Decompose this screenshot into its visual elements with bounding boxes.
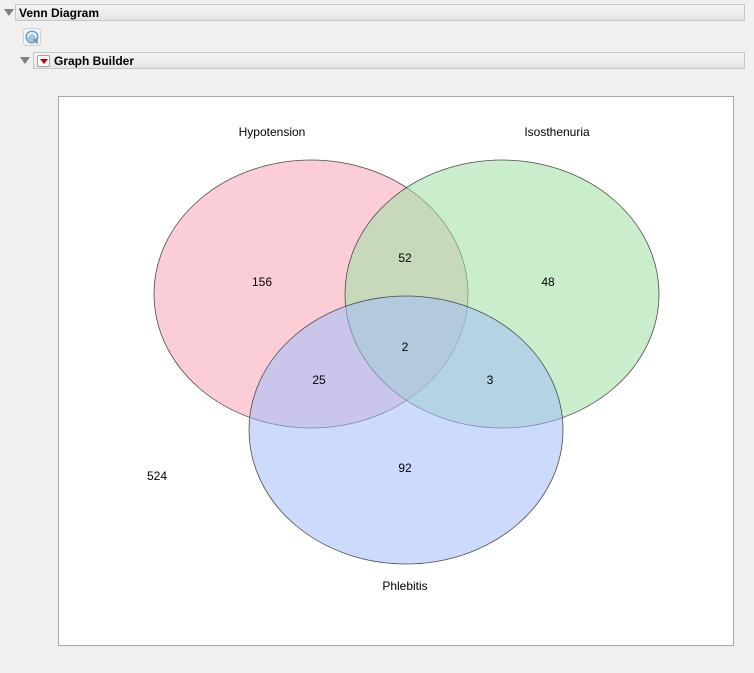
region-hypotension-only: 156 (252, 275, 272, 289)
region-hypotension-isosthenuria: 52 (398, 251, 412, 265)
venn-diagram-title: Venn Diagram (19, 6, 100, 20)
graph-builder-title: Graph Builder (54, 54, 135, 68)
graph-builder-disclosure-icon[interactable] (20, 57, 30, 64)
region-all-three: 2 (402, 340, 409, 354)
phlebitis-set (248, 295, 564, 565)
region-phlebitis-only: 92 (398, 461, 412, 475)
venn-diagram: Hypotension Isosthenuria Phlebitis 156 48 92 5… (147, 125, 660, 593)
set-label-isosthenuria: Isosthenuria (524, 125, 590, 139)
region-isosthenuria-phlebitis: 3 (487, 373, 494, 387)
region-hypotension-phlebitis: 25 (312, 373, 326, 387)
red-triangle-menu-icon[interactable] (37, 55, 50, 67)
region-isosthenuria-only: 48 (541, 275, 555, 289)
graph-frame: Hypotension Isosthenuria Phlebitis 156 48 92 5… (58, 96, 734, 646)
region-none: 524 (147, 469, 167, 483)
venn-diagram-header[interactable]: Venn Diagram (15, 4, 745, 21)
script-icon[interactable] (23, 28, 41, 46)
set-label-hypotension: Hypotension (239, 125, 306, 139)
graph-builder-header[interactable]: Graph Builder (33, 52, 745, 69)
set-label-phlebitis: Phlebitis (382, 579, 427, 593)
venn-diagram-disclosure-icon[interactable] (4, 9, 14, 16)
